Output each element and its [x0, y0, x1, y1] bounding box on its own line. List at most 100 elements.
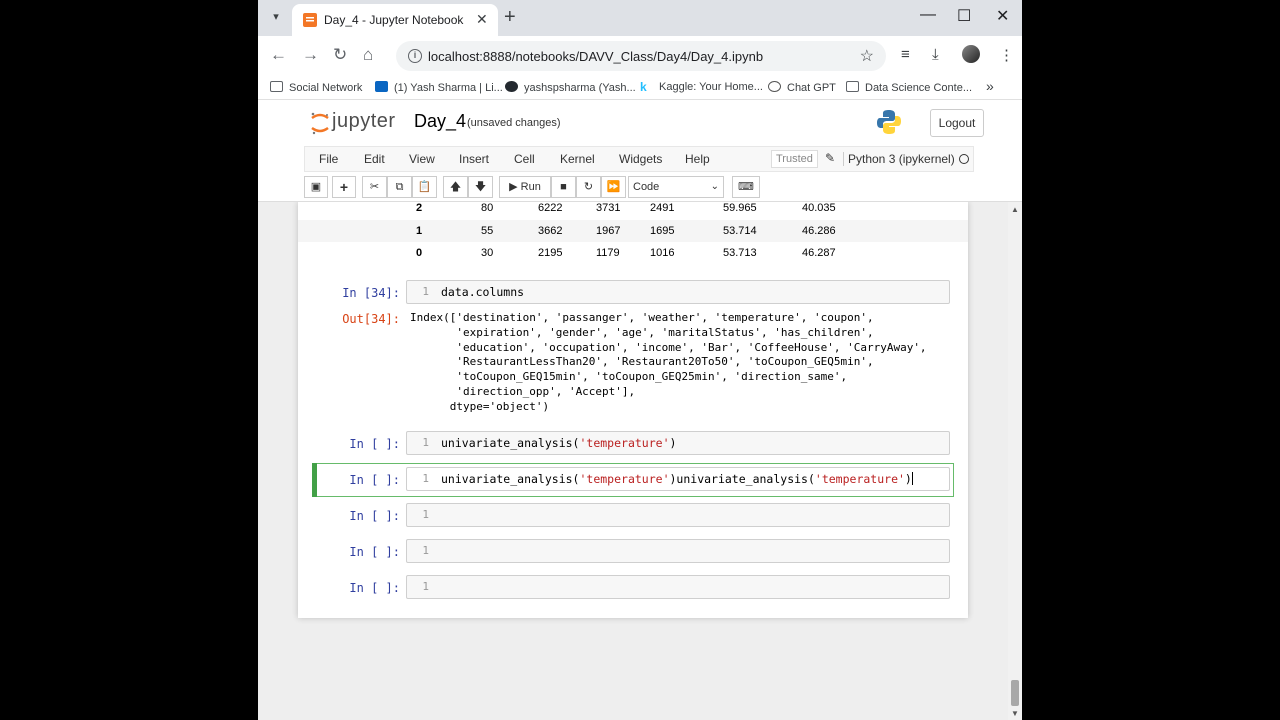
cell-output-text: Index(['destination', 'passanger', 'weat… — [410, 311, 927, 413]
minimize-icon[interactable]: — — [920, 6, 936, 24]
scroll-down-icon[interactable]: ▼ — [1011, 709, 1019, 718]
move-down-icon[interactable]: 🡇 — [468, 176, 493, 198]
kernel-idle-indicator-icon — [959, 154, 969, 164]
bookmark-github[interactable]: yashspsharma (Yash... — [505, 81, 636, 94]
bookmark-linkedin[interactable]: (1) Yash Sharma | Li... — [375, 81, 503, 94]
notebook-name[interactable]: Day_4 — [414, 111, 466, 132]
table-cell: 55 — [481, 225, 494, 237]
code-cell-input[interactable]: 1 data.columns — [406, 280, 950, 304]
site-info-icon[interactable]: i — [408, 49, 422, 63]
tab-close-icon[interactable]: ✕ — [476, 11, 488, 28]
code-cell-input[interactable]: 1 — [406, 503, 950, 527]
table-cell: 1179 — [596, 247, 620, 259]
bookmark-kaggle[interactable]: k Kaggle: Your Home... — [640, 81, 763, 93]
table-row: 2 80 6222 3731 2491 59.965 40.035 — [298, 202, 968, 219]
profile-avatar-icon[interactable] — [962, 45, 980, 63]
trusted-badge[interactable]: Trusted — [771, 150, 818, 168]
menu-widgets[interactable]: Widgets — [619, 152, 662, 166]
window-close-icon[interactable]: ✕ — [996, 6, 1009, 26]
paste-icon[interactable]: 📋 — [412, 176, 437, 198]
menu-view[interactable]: View — [409, 152, 435, 166]
restart-run-all-icon[interactable]: ⏩ — [601, 176, 626, 198]
code-cell-input[interactable]: 1 — [406, 539, 950, 563]
insert-cell-icon[interactable]: + — [332, 176, 356, 198]
download-icon[interactable]: ⤓ — [932, 46, 939, 63]
bookmark-social-network[interactable]: Social Network — [270, 81, 362, 94]
vertical-scrollbar[interactable]: ▲ ▼ — [1008, 202, 1022, 720]
command-palette-keyboard-icon[interactable]: ⌨ — [732, 176, 760, 198]
line-number: 1 — [422, 436, 429, 449]
folder-icon — [846, 81, 859, 92]
browser-tab-active[interactable]: Day_4 - Jupyter Notebook ✕ — [292, 4, 498, 36]
code-cell-input[interactable]: 1 univariate_analysis('temperature') — [406, 431, 950, 455]
reload-icon[interactable]: ↻ — [333, 45, 347, 65]
table-cell: 46.287 — [802, 247, 836, 259]
cell-prompt: In [ ]: — [349, 509, 400, 523]
forward-icon[interactable]: → — [302, 45, 319, 65]
home-icon[interactable]: ⌂ — [363, 45, 373, 65]
menu-cell[interactable]: Cell — [514, 152, 535, 166]
save-icon[interactable]: ▣ — [304, 176, 328, 198]
notebook-container[interactable]: 2 80 6222 3731 2491 59.965 40.035 1 55 3… — [258, 201, 1022, 720]
tab-search-chevron-icon[interactable]: ▾ — [266, 7, 286, 27]
scroll-up-icon[interactable]: ▲ — [1011, 205, 1019, 214]
restart-icon[interactable]: ↻ — [576, 176, 601, 198]
bookmark-label: yashspsharma (Yash... — [524, 82, 636, 94]
menu-kernel[interactable]: Kernel — [560, 152, 595, 166]
code-token: ) — [904, 472, 912, 486]
move-up-icon[interactable]: 🡅 — [443, 176, 468, 198]
copy-icon[interactable]: ⧉ — [387, 176, 412, 198]
bookmark-star-icon[interactable]: ☆ — [860, 46, 874, 66]
code-cell-input-active[interactable]: 1 univariate_analysis('temperature')univ… — [406, 467, 950, 491]
interrupt-icon[interactable]: ■ — [551, 176, 576, 198]
browser-toolbar: ← → ↻ ⌂ i localhost:8888/notebooks/DAVV_… — [258, 36, 1022, 76]
table-cell: 46.286 — [802, 225, 836, 237]
jupyter-logo-icon — [311, 112, 329, 135]
table-cell: 53.714 — [723, 225, 757, 237]
kernel-name[interactable]: Python 3 (ipykernel) — [843, 152, 955, 166]
new-tab-icon[interactable]: + — [504, 6, 516, 29]
run-label: Run — [520, 181, 541, 193]
table-cell: 2491 — [650, 202, 675, 214]
output-prompt: Out[34]: — [342, 312, 400, 326]
bookmark-chatgpt[interactable]: Chat GPT — [768, 81, 836, 94]
cut-icon[interactable]: ✂ — [362, 176, 387, 198]
folder-icon — [270, 81, 283, 92]
bookmark-label: (1) Yash Sharma | Li... — [394, 82, 503, 94]
menu-insert[interactable]: Insert — [459, 152, 489, 166]
line-number: 1 — [422, 508, 429, 521]
table-cell: 6222 — [538, 202, 563, 214]
table-row: 0 30 2195 1179 1016 53.713 46.287 — [298, 242, 968, 264]
table-cell: 1967 — [596, 225, 621, 237]
code-cell-input[interactable]: 1 — [406, 575, 950, 599]
string-token: 'temperature' — [579, 436, 670, 450]
notebook-page: 2 80 6222 3731 2491 59.965 40.035 1 55 3… — [298, 202, 968, 618]
bookmark-data-science[interactable]: Data Science Conte... — [846, 81, 972, 94]
edit-pencil-icon[interactable]: ✎ — [825, 151, 835, 165]
address-bar[interactable]: i localhost:8888/notebooks/DAVV_Class/Da… — [396, 41, 886, 71]
run-button[interactable]: ▶ Run — [499, 176, 551, 198]
cell-type-select[interactable]: Code ⌄ — [628, 176, 724, 198]
github-icon — [505, 81, 518, 92]
kaggle-icon: k — [640, 80, 647, 94]
menu-help[interactable]: Help — [685, 152, 710, 166]
table-cell: 3731 — [596, 202, 621, 214]
browser-menu-icon[interactable]: ⋮ — [999, 46, 1014, 64]
code-token: )univariate_analysis( — [669, 472, 815, 486]
browser-window: ▾ Day_4 - Jupyter Notebook ✕ + — ☐ ✕ ← →… — [258, 0, 1022, 720]
code-token: univariate_analysis( — [441, 436, 580, 450]
table-cell: 3662 — [538, 225, 563, 237]
linkedin-icon — [375, 81, 388, 92]
menu-file[interactable]: File — [319, 152, 338, 166]
back-icon[interactable]: ← — [270, 45, 287, 65]
cell-prompt: In [ ]: — [349, 473, 400, 487]
more-bookmarks-icon[interactable]: » — [986, 78, 994, 94]
scrollbar-thumb[interactable] — [1011, 680, 1019, 706]
code-token: ) — [669, 436, 677, 450]
tab-strip: ▾ Day_4 - Jupyter Notebook ✕ + — ☐ ✕ — [258, 0, 1022, 36]
maximize-icon[interactable]: ☐ — [957, 6, 971, 26]
logout-button[interactable]: Logout — [930, 109, 984, 137]
media-controls-icon[interactable]: ≡ — [901, 46, 910, 63]
jupyter-logo-text: jupyter — [332, 110, 396, 132]
menu-edit[interactable]: Edit — [364, 152, 385, 166]
